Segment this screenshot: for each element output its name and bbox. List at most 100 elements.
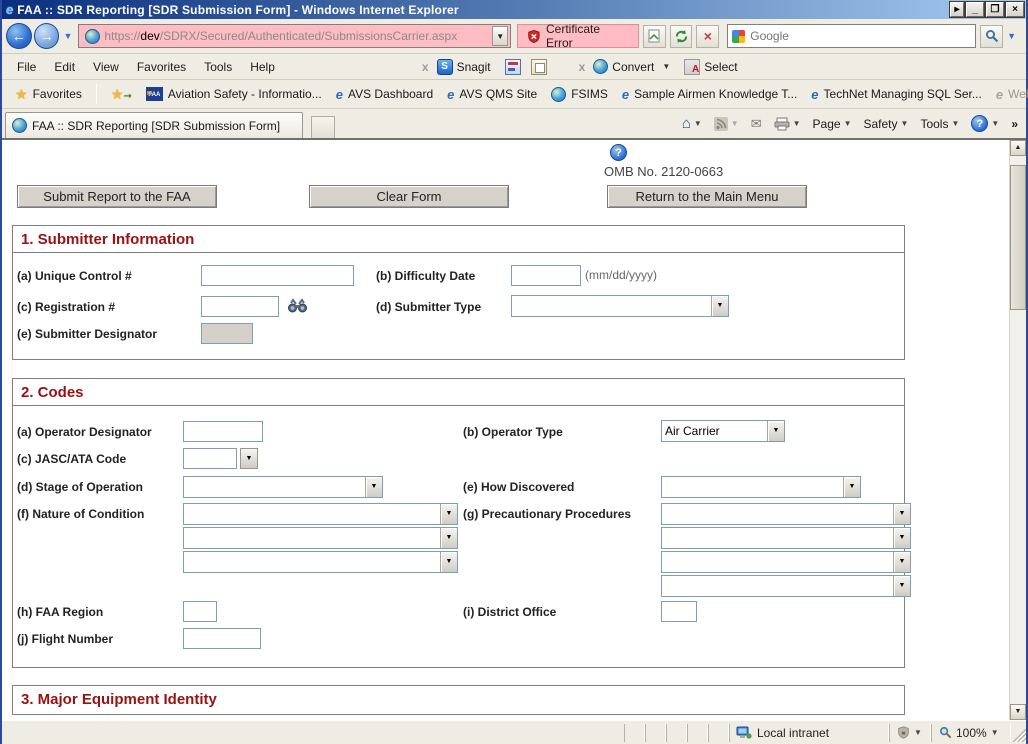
nature-of-condition-select-3[interactable]: ▼ [183, 551, 458, 573]
menu-tools[interactable]: Tools [195, 57, 241, 77]
search-options-dropdown[interactable]: ▼ [1007, 31, 1016, 41]
resize-grip[interactable] [1011, 724, 1026, 742]
operator-designator-input[interactable] [183, 421, 263, 442]
difficulty-date-label: (b) Difficulty Date [376, 269, 475, 283]
unique-control-input[interactable] [201, 265, 354, 286]
menu-favorites[interactable]: Favorites [128, 57, 195, 77]
jasc-ata-code-input[interactable] [183, 448, 237, 469]
address-input[interactable]: https://dev/SDRX/Secured/Authenticated/S… [78, 24, 511, 48]
browser-window: e FAA :: SDR Reporting [SDR Submission F… [0, 0, 1028, 744]
snagit-profile-icon[interactable] [505, 59, 521, 75]
menu-edit[interactable]: Edit [45, 57, 84, 77]
tools-menu-button[interactable]: Tools▼ [915, 115, 964, 133]
select-label[interactable]: Select [704, 60, 737, 74]
registration-input[interactable] [201, 296, 279, 317]
clear-form-button[interactable]: Clear Form [309, 185, 509, 208]
new-tab-button[interactable] [311, 116, 335, 138]
scroll-down-button[interactable]: ▼ [1010, 704, 1026, 720]
stop-button[interactable]: × [696, 25, 719, 48]
menu-help[interactable]: Help [241, 57, 284, 77]
submitter-type-select[interactable]: ▼ [511, 295, 729, 317]
search-button[interactable] [980, 25, 1003, 48]
certificate-error-badge[interactable]: Certificate Error [517, 24, 639, 48]
precautionary-procedures-select-4[interactable]: ▼ [661, 575, 911, 597]
dropdown-arrow-icon: ▼ [440, 552, 457, 572]
registration-lookup-binoculars-icon[interactable] [287, 298, 308, 313]
refresh-button[interactable] [670, 25, 693, 48]
submit-report-button[interactable]: Submit Report to the FAA [17, 185, 217, 208]
menu-file[interactable]: File [8, 57, 45, 77]
protected-mode-panel[interactable]: ▼ [889, 724, 931, 742]
favorite-link-aviation-safety[interactable]: FAA Aviation Safety - Informatio... [139, 84, 329, 104]
flight-number-input[interactable] [183, 628, 261, 649]
dropdown-arrow-icon: ▼ [893, 528, 910, 548]
nature-of-condition-select-2[interactable]: ▼ [183, 527, 458, 549]
restore-button[interactable]: ❐ [986, 2, 1004, 17]
status-cell [624, 724, 645, 742]
difficulty-date-input[interactable] [511, 265, 581, 286]
scroll-up-button[interactable]: ▲ [1010, 140, 1026, 156]
dropdown-arrow-icon: ▼ [767, 421, 784, 441]
unique-control-label: (a) Unique Control # [17, 269, 132, 283]
return-main-menu-button[interactable]: Return to the Main Menu [607, 185, 807, 208]
url-dropdown-button[interactable]: ▼ [492, 26, 508, 46]
toolbar-arrow-button[interactable]: ▸ [950, 2, 964, 17]
safety-menu-button[interactable]: Safety▼ [859, 115, 914, 133]
snagit-editor-icon[interactable] [531, 59, 547, 75]
feeds-button[interactable]: ▼ [709, 115, 744, 133]
favorite-link-fsims[interactable]: FSIMS [544, 84, 615, 105]
snagit-icon[interactable]: S [437, 59, 453, 75]
menu-bar: File Edit View Favorites Tools Help x S … [2, 54, 1026, 80]
zoom-panel[interactable]: 100% ▼ [931, 724, 1011, 742]
precautionary-procedures-select-1[interactable]: ▼ [661, 503, 911, 525]
printer-icon [774, 117, 790, 131]
back-button[interactable]: ← [6, 23, 32, 49]
faa-region-input[interactable] [183, 601, 217, 622]
ie-icon: e [811, 87, 818, 102]
close-adobe-toolbar-button[interactable]: x [571, 60, 594, 74]
status-cell [708, 724, 729, 742]
more-commands-chevron[interactable]: » [1006, 115, 1023, 133]
home-button[interactable]: ⌂▼ [677, 113, 707, 134]
precautionary-procedures-select-2[interactable]: ▼ [661, 527, 911, 549]
print-button[interactable]: ▼ [769, 115, 806, 133]
operator-type-select[interactable]: Air Carrier ▼ [661, 420, 785, 442]
tab-bar: FAA :: SDR Reporting [SDR Submission For… [2, 109, 1026, 140]
stage-of-operation-select[interactable]: ▼ [183, 476, 383, 498]
title-bar: e FAA :: SDR Reporting [SDR Submission F… [2, 0, 1026, 19]
operator-type-label: (b) Operator Type [463, 425, 563, 439]
page-menu-button[interactable]: Page▼ [808, 115, 857, 133]
convert-label[interactable]: Convert [612, 60, 654, 74]
recent-pages-dropdown[interactable]: ▼ [63, 31, 72, 41]
precautionary-procedures-select-3[interactable]: ▼ [661, 551, 911, 573]
read-mail-button[interactable]: ✉ [746, 114, 767, 134]
add-favorite-button[interactable]: ★➞ [104, 83, 139, 106]
favorites-button[interactable]: ★ Favorites [8, 83, 89, 106]
favorite-link-sample-airmen[interactable]: e Sample Airmen Knowledge T... [615, 84, 804, 105]
help-menu-button[interactable]: ?▼ [966, 113, 1004, 134]
jasc-ata-dropdown-button[interactable]: ▼ [240, 448, 258, 469]
snagit-label[interactable]: Snagit [457, 60, 491, 74]
district-office-input[interactable] [661, 601, 697, 622]
favorite-link-technet[interactable]: e TechNet Managing SQL Ser... [804, 84, 989, 105]
omb-help-icon[interactable]: ? [610, 144, 627, 161]
nature-of-condition-select-1[interactable]: ▼ [183, 503, 458, 525]
favorite-link-avs-qms[interactable]: e AVS QMS Site [440, 84, 544, 105]
status-cell [645, 724, 666, 742]
favorite-link-avs-dashboard[interactable]: e AVS Dashboard [329, 84, 440, 105]
how-discovered-select[interactable]: ▼ [661, 476, 861, 498]
forward-button[interactable]: → [34, 23, 60, 49]
compatibility-view-button[interactable] [643, 25, 666, 48]
minimize-button[interactable]: _ [966, 2, 984, 17]
faa-region-label: (h) FAA Region [17, 605, 103, 619]
close-button[interactable]: × [1006, 2, 1024, 17]
menu-view[interactable]: View [84, 57, 128, 77]
close-snagit-toolbar-button[interactable]: x [414, 60, 437, 74]
scrollbar-thumb[interactable] [1010, 165, 1026, 310]
search-input[interactable] [750, 29, 971, 43]
favorite-link-web-slice-gallery[interactable]: e Web Slice Gallery ▼ [989, 84, 1028, 105]
tab-sdr-reporting[interactable]: FAA :: SDR Reporting [SDR Submission For… [5, 112, 303, 138]
vertical-scrollbar[interactable]: ▲ ▼ [1009, 140, 1026, 720]
stop-x-icon: × [704, 28, 712, 44]
convert-dropdown-icon[interactable]: ▼ [662, 62, 670, 71]
